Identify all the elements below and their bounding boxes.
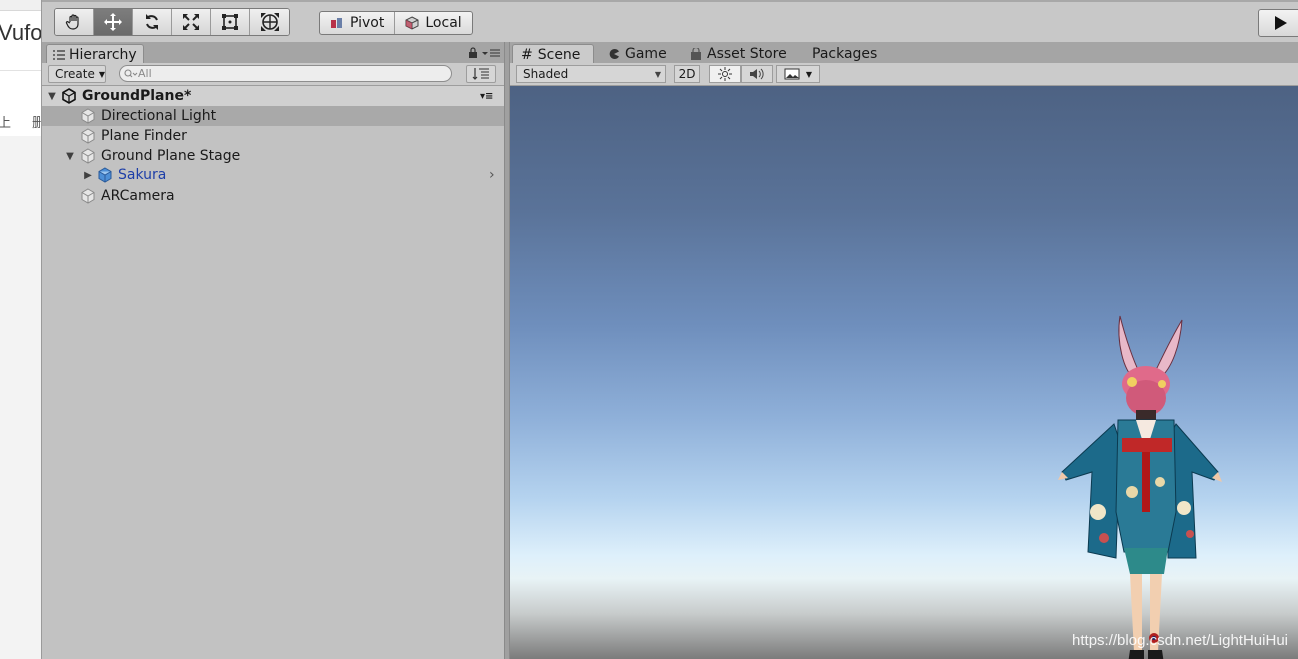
- item-label: ARCamera: [101, 188, 175, 204]
- tab-game[interactable]: Game: [600, 44, 675, 64]
- hierarchy-item-plane-finder[interactable]: Plane Finder: [42, 126, 504, 146]
- tab-scene[interactable]: # Scene: [512, 44, 594, 64]
- sun-icon: [718, 67, 732, 81]
- scene-viewport[interactable]: https://blog.csdn.net/LightHuiHui: [510, 86, 1298, 659]
- browser-text-fragment: 上: [0, 112, 11, 131]
- item-label: Sakura: [118, 167, 167, 183]
- hierarchy-item-ground-plane-stage[interactable]: ▼ Ground Plane Stage: [42, 146, 504, 166]
- prefab-cube-icon: [98, 167, 112, 183]
- expand-arrow-icon[interactable]: ▼: [46, 91, 58, 102]
- scene-effects-dropdown[interactable]: ▼: [776, 65, 820, 83]
- speaker-icon: [750, 68, 764, 80]
- shading-mode-label: Shaded: [523, 67, 569, 81]
- hand-icon: [65, 14, 79, 30]
- scale-tool-button[interactable]: [172, 9, 211, 35]
- transform-tools: [54, 8, 290, 36]
- hierarchy-tab-bar: Hierarchy: [42, 42, 504, 64]
- list-icon: [53, 49, 65, 60]
- lock-icon[interactable]: [468, 47, 478, 61]
- store-bag-icon: [691, 48, 701, 60]
- tab-label: Scene: [537, 46, 581, 63]
- expand-arrow-icon[interactable]: ▼: [64, 151, 76, 162]
- transform-icon: [260, 13, 279, 31]
- scene-audio-toggle[interactable]: [741, 65, 773, 83]
- scene-toolbar: Shaded ▼ 2D ▼: [510, 63, 1298, 86]
- browser-tab-strip: [0, 0, 41, 11]
- chevron-right-icon[interactable]: ›: [489, 167, 495, 183]
- sort-icon: [472, 68, 489, 80]
- gameobject-cube-icon: [81, 108, 95, 124]
- scale-icon: [183, 14, 199, 30]
- hierarchy-item-directional-light[interactable]: Directional Light: [42, 106, 504, 126]
- scene-panel: # Scene Game Asset Store Packages Shaded…: [510, 42, 1298, 659]
- scene-lighting-toggle[interactable]: [709, 65, 741, 83]
- search-placeholder: All: [138, 67, 152, 80]
- watermark-url: https://blog.csdn.net/LightHuiHui: [1072, 632, 1288, 649]
- chevron-down-icon: ▼: [805, 69, 813, 79]
- create-label: Create: [55, 67, 95, 81]
- rotate-icon: [146, 14, 158, 30]
- panel-menu-icon[interactable]: [482, 47, 500, 60]
- item-label: Directional Light: [101, 108, 217, 124]
- gameobject-cube-icon: [81, 188, 95, 204]
- sakura-character-model[interactable]: [1058, 312, 1222, 659]
- pivot-label: Pivot: [350, 15, 385, 31]
- move-icon: [104, 13, 122, 31]
- move-tool-button[interactable]: [94, 9, 133, 35]
- hand-tool-button[interactable]: [55, 9, 94, 35]
- pivot-local-toggles: Pivot Local: [319, 11, 473, 35]
- hierarchy-item-sakura[interactable]: ▶ Sakura ›: [42, 165, 504, 185]
- collapse-arrow-icon[interactable]: ▶: [82, 170, 94, 181]
- gameobject-cube-icon: [81, 128, 95, 144]
- browser-page-title-fragment: Vufor: [0, 20, 42, 45]
- pivot-icon: [331, 18, 342, 28]
- tab-hierarchy[interactable]: Hierarchy: [46, 44, 144, 64]
- tab-packages[interactable]: Packages: [804, 44, 885, 64]
- chevron-down-icon: ▼: [654, 69, 661, 79]
- local-label: Local: [425, 15, 462, 31]
- mode-2d-toggle[interactable]: 2D: [674, 65, 700, 83]
- pivot-toggle-button[interactable]: Pivot: [320, 12, 396, 34]
- divider: [0, 70, 41, 71]
- search-icon: [124, 68, 138, 77]
- scene-menu-icon[interactable]: ▾≡: [480, 91, 493, 102]
- rect-icon: [222, 14, 238, 30]
- search-input[interactable]: All: [119, 65, 452, 82]
- unity-scene-icon: [62, 88, 76, 104]
- scene-tab-bar: # Scene Game Asset Store Packages: [510, 42, 1298, 64]
- hierarchy-item-arcamera[interactable]: ARCamera: [42, 186, 504, 206]
- local-toggle-button[interactable]: Local: [395, 12, 471, 34]
- gameobject-cube-icon: [81, 148, 95, 164]
- shading-mode-dropdown[interactable]: Shaded ▼: [516, 65, 666, 83]
- item-label: Plane Finder: [101, 128, 187, 144]
- create-dropdown[interactable]: Create ▼: [48, 65, 106, 83]
- sort-button[interactable]: [466, 65, 496, 83]
- pacman-icon: [609, 49, 619, 59]
- rect-tool-button[interactable]: [211, 9, 250, 35]
- play-icon: [1275, 16, 1287, 30]
- rotate-tool-button[interactable]: [133, 9, 172, 35]
- mode-2d-label: 2D: [678, 67, 696, 81]
- browser-side-panel: [0, 136, 41, 659]
- hierarchy-panel: Hierarchy Create ▼ All ▼ GroundPlane* ▾≡…: [42, 42, 504, 659]
- tab-label: Asset Store: [707, 46, 787, 62]
- tab-label: Game: [625, 46, 667, 62]
- main-toolbar: Pivot Local: [42, 0, 1298, 43]
- chevron-down-icon: ▼: [98, 69, 106, 79]
- browser-window-sliver: Vufor 上 删: [0, 0, 42, 659]
- scene-root-row[interactable]: ▼ GroundPlane* ▾≡: [42, 86, 504, 106]
- tab-label: Hierarchy: [69, 46, 137, 63]
- item-label: Ground Plane Stage: [101, 148, 241, 164]
- tab-asset-store[interactable]: Asset Store: [682, 44, 795, 64]
- transform-tool-button[interactable]: [250, 9, 289, 35]
- local-cube-icon: [405, 16, 419, 30]
- play-button[interactable]: [1258, 9, 1298, 37]
- scene-name: GroundPlane*: [82, 88, 192, 104]
- tab-label: Packages: [812, 46, 878, 62]
- browser-text-fragment: 删: [32, 112, 41, 131]
- grid-icon: #: [521, 46, 533, 63]
- image-icon: [784, 68, 800, 80]
- hierarchy-toolbar: Create ▼ All: [42, 63, 504, 86]
